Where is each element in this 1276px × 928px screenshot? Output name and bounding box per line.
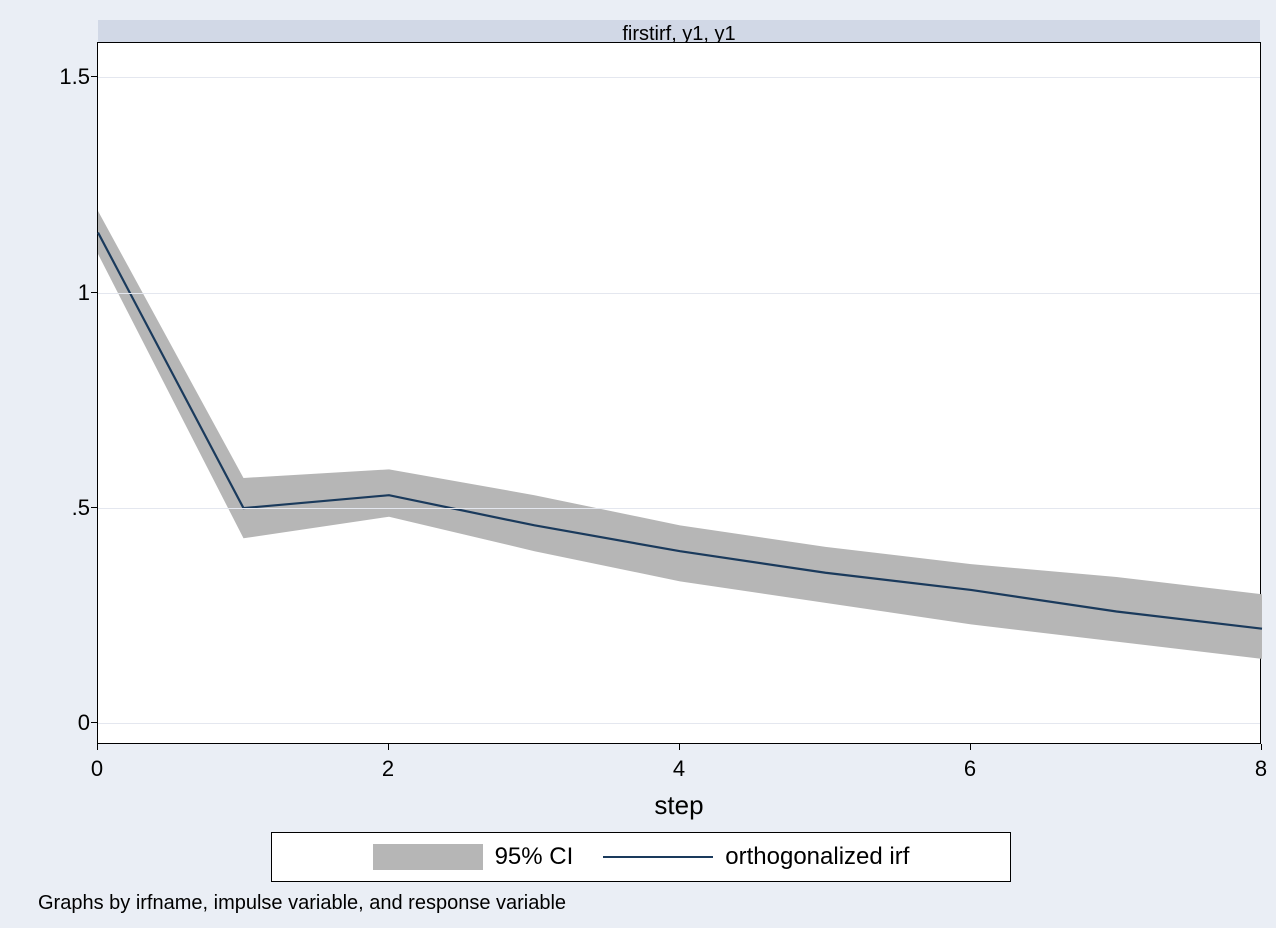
x-tick-mark xyxy=(97,744,98,750)
chart-container: firstirf, y1, y1 0.511.5 02468 step 95% … xyxy=(0,0,1276,928)
ci-band xyxy=(98,211,1262,659)
x-tick-mark xyxy=(679,744,680,750)
gridline-h xyxy=(98,77,1260,78)
y-tick-label: .5 xyxy=(10,495,90,521)
legend-label-ci: 95% CI xyxy=(495,843,574,871)
gridline-h xyxy=(98,723,1260,724)
x-tick-label: 2 xyxy=(382,756,394,782)
x-axis-title: step xyxy=(97,790,1261,821)
chart-footnote: Graphs by irfname, impulse variable, and… xyxy=(38,892,566,915)
y-tick-label: 1 xyxy=(10,280,90,306)
y-tick-label: 0 xyxy=(10,710,90,736)
legend-swatch-ci xyxy=(373,844,483,870)
legend: 95% CI orthogonalized irf xyxy=(271,832,1011,882)
plot-svg xyxy=(98,43,1260,743)
x-tick-label: 6 xyxy=(964,756,976,782)
x-tick-label: 8 xyxy=(1255,756,1267,782)
x-tick-mark xyxy=(970,744,971,750)
legend-item-ci: 95% CI xyxy=(373,843,574,871)
gridline-h xyxy=(98,508,1260,509)
x-tick-mark xyxy=(1261,744,1262,750)
legend-item-line: orthogonalized irf xyxy=(603,843,909,871)
legend-swatch-line xyxy=(603,856,713,858)
gridline-h xyxy=(98,293,1260,294)
x-tick-mark xyxy=(388,744,389,750)
plot-area xyxy=(97,42,1261,744)
x-tick-label: 4 xyxy=(673,756,685,782)
x-tick-label: 0 xyxy=(91,756,103,782)
legend-label-line: orthogonalized irf xyxy=(725,843,909,871)
y-tick-label: 1.5 xyxy=(10,64,90,90)
